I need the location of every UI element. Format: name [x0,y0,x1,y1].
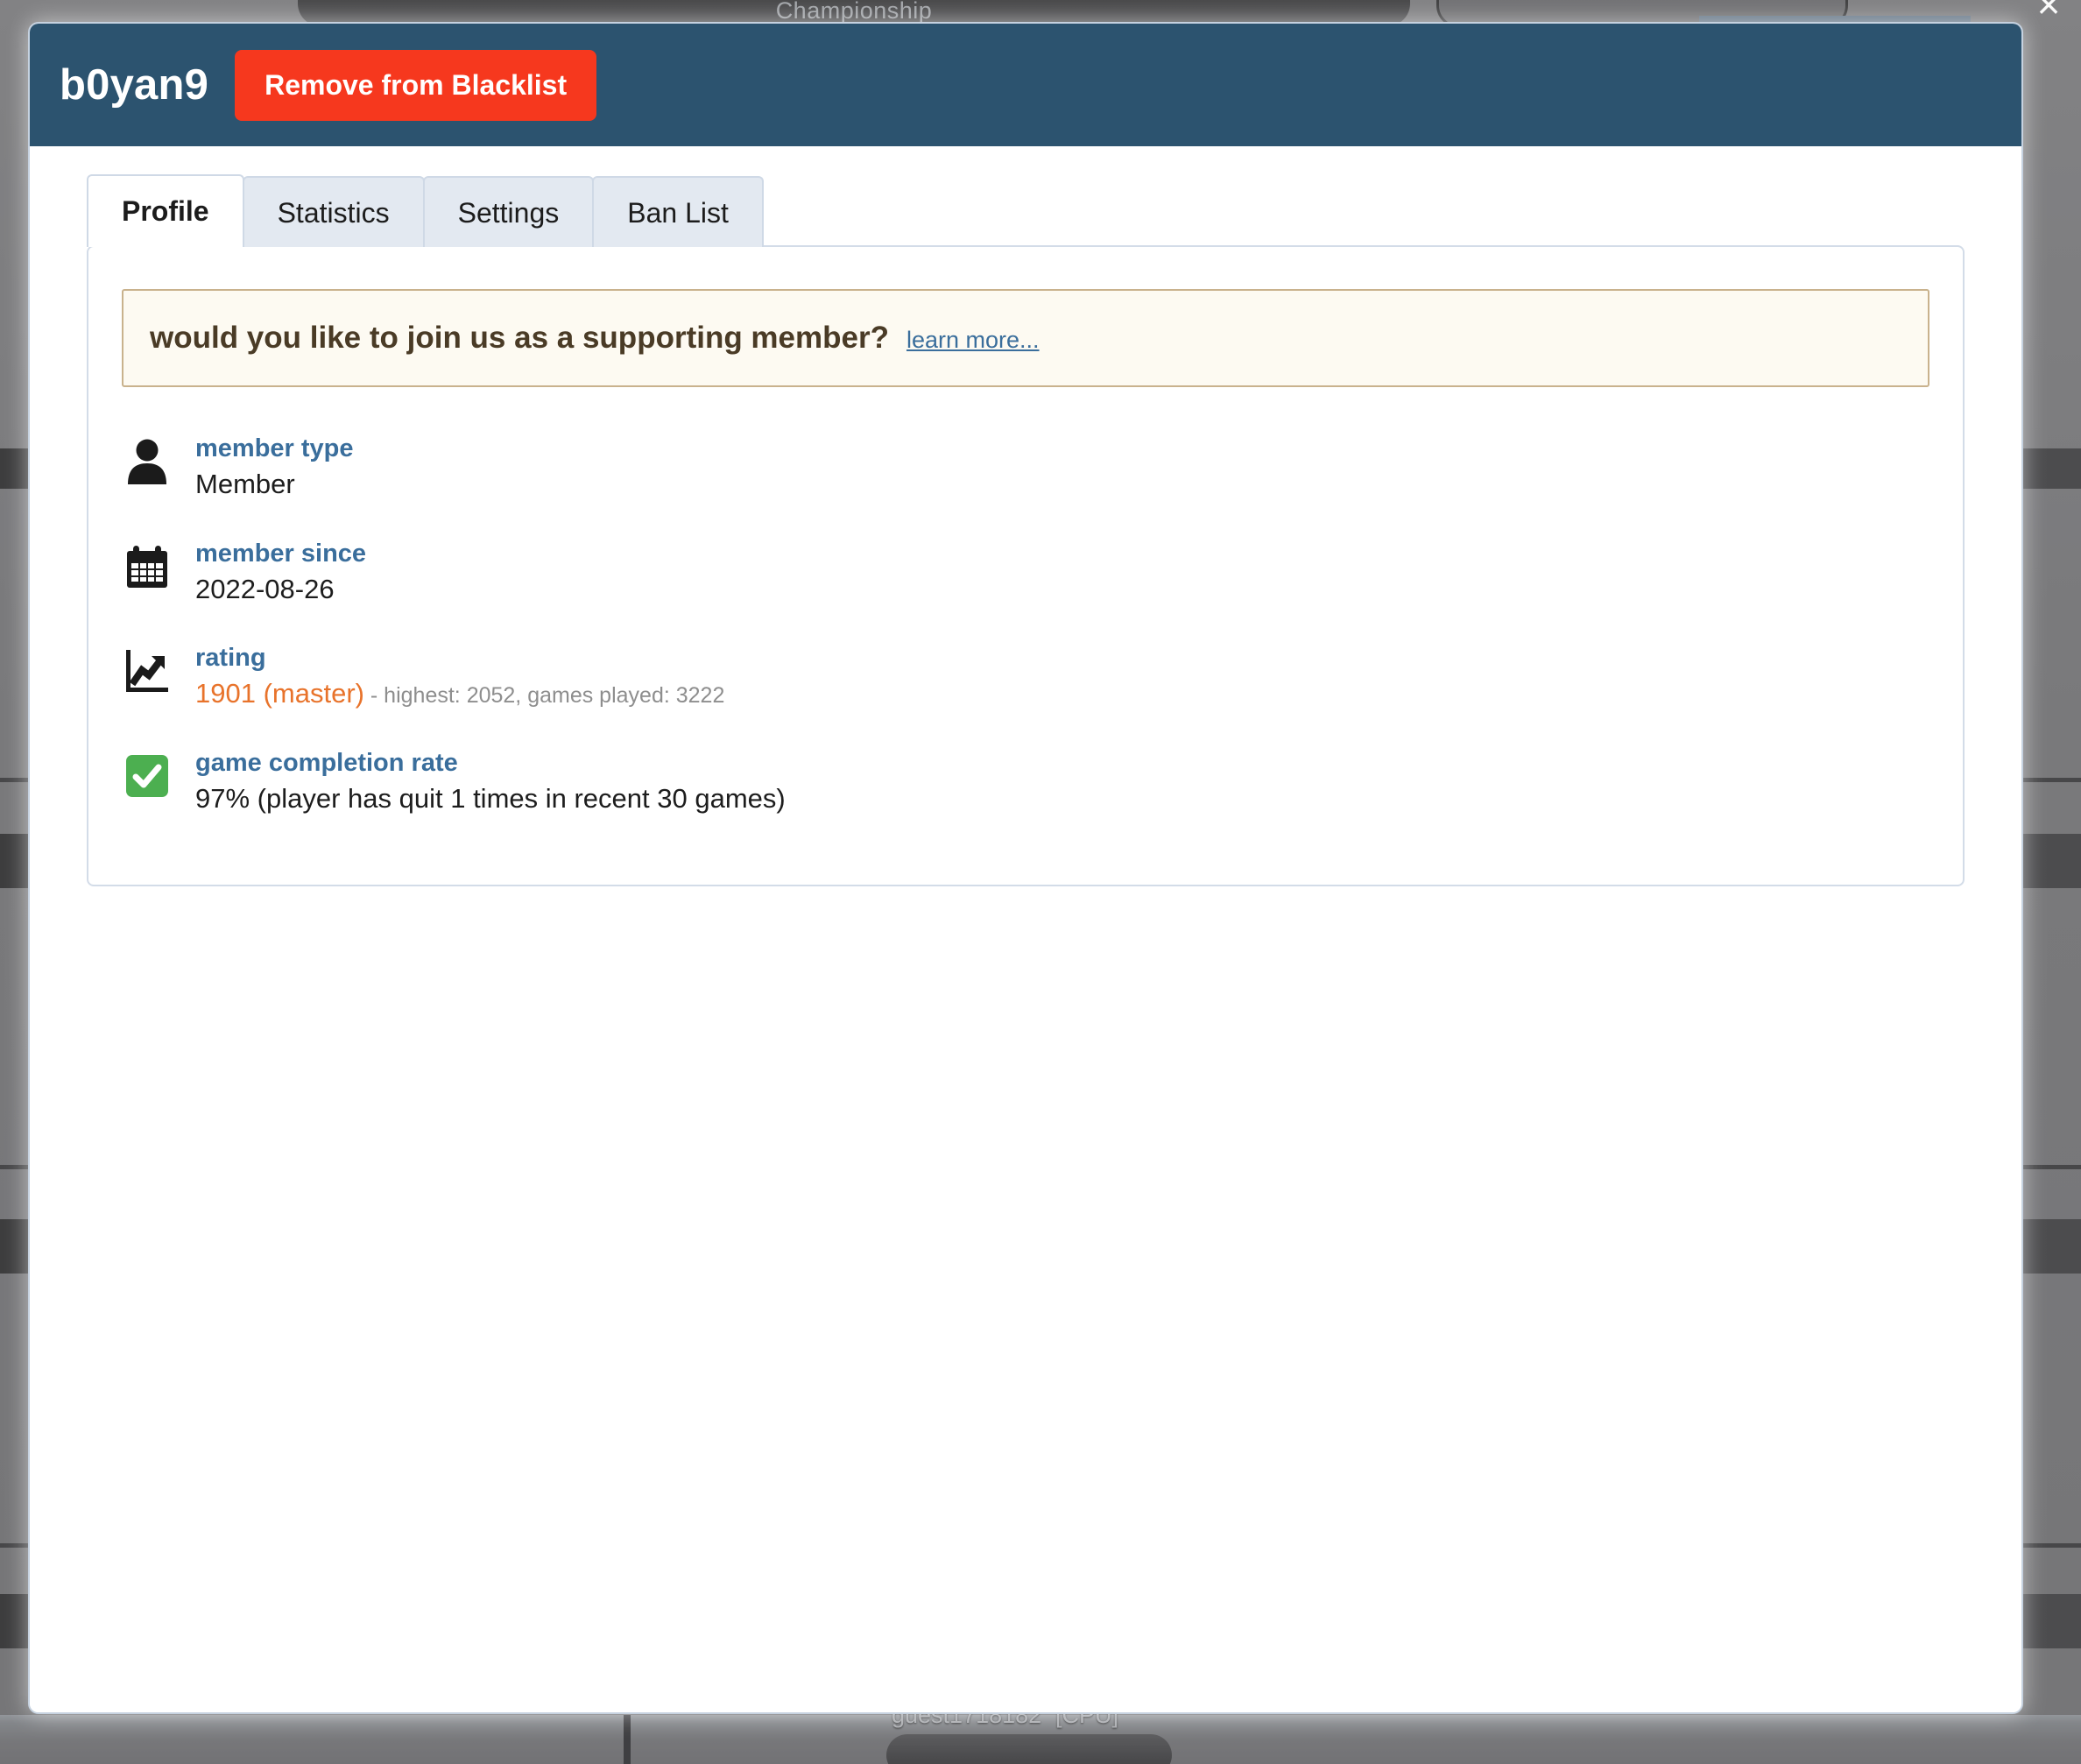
supporting-member-banner: would you like to join us as a supportin… [122,289,1929,387]
close-icon[interactable]: × [2028,0,2069,25]
profile-row-text: member since 2022-08-26 [195,538,366,608]
member-since-value: 2022-08-26 [195,572,366,607]
tab-ban-list[interactable]: Ban List [592,176,764,247]
player-profile-modal: b0yan9 Remove from Blacklist Profile Sta… [28,22,2023,1714]
profile-row-member-type: member type Member [122,419,1929,524]
profile-tabs: Profile Statistics Settings Ban List [87,146,1995,247]
profile-row-rating: rating 1901 (master) - highest: 2052, ga… [122,628,1929,733]
rating-number: 1901 (master) [195,678,364,709]
rating-value: 1901 (master) - highest: 2052, games pla… [195,676,724,711]
supporting-member-text: would you like to join us as a supportin… [150,321,889,356]
rating-details: - highest: 2052, games played: 3222 [364,683,724,708]
learn-more-link[interactable]: learn more... [906,327,1040,354]
profile-row-member-since: member since 2022-08-26 [122,524,1929,629]
profile-info-list: member type Member [122,419,1929,837]
tab-statistics[interactable]: Statistics [243,176,425,247]
trend-chart-icon [122,646,173,696]
tab-settings[interactable]: Settings [423,176,595,247]
member-type-label: member type [195,433,354,464]
rating-label: rating [195,642,724,674]
person-icon [122,436,173,487]
profile-row-text: rating 1901 (master) - highest: 2052, ga… [195,642,724,712]
green-check-icon [122,751,173,801]
member-since-label: member since [195,538,366,569]
player-username: b0yan9 [60,60,208,109]
calendar-icon [122,541,173,592]
modal-header: b0yan9 Remove from Blacklist [30,24,2021,146]
completion-rate-value: 97% (player has quit 1 times in recent 3… [195,781,786,816]
profile-row-text: member type Member [195,433,354,503]
profile-row-text: game completion rate 97% (player has qui… [195,747,786,817]
member-type-value: Member [195,467,354,502]
modal-body: Profile Statistics Settings Ban List wou… [30,146,2021,1712]
completion-rate-label: game completion rate [195,747,786,779]
profile-content-card: would you like to join us as a supportin… [87,245,1965,886]
profile-row-completion-rate: game completion rate 97% (player has qui… [122,733,1929,838]
tab-profile[interactable]: Profile [87,174,244,247]
remove-from-blacklist-button[interactable]: Remove from Blacklist [235,50,596,121]
